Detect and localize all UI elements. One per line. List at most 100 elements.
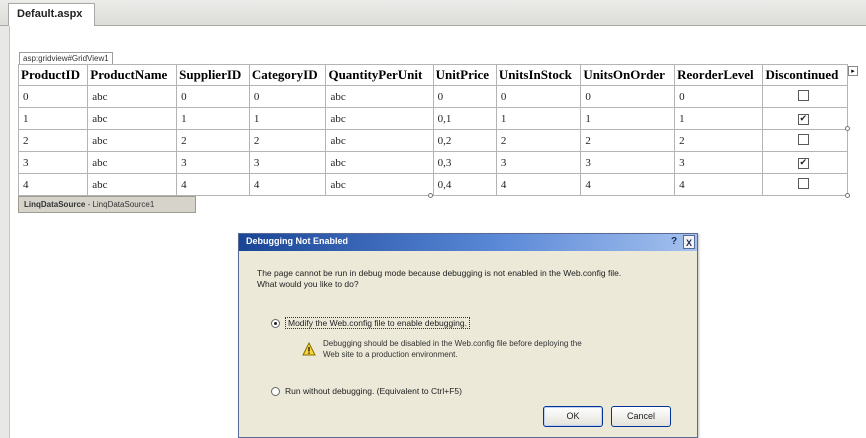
discontinued-cell — [762, 173, 848, 196]
grid-header-supplierid: SupplierID — [176, 64, 250, 86]
resize-handle-bottom[interactable] — [428, 193, 433, 198]
table-cell: 4 — [674, 173, 764, 196]
table-cell: 4 — [495, 173, 582, 196]
debugging-dialog: Debugging Not Enabled ? X The page canno… — [238, 233, 698, 438]
grid-header-row: ProductID ProductName SupplierID CategoryID… — [17, 64, 848, 86]
option-run-without-debugging[interactable]: Run without debugging. (Equivalent to Ct… — [271, 386, 462, 397]
debugging-note-line2: Web site to a production environment. — [323, 350, 458, 359]
discontinued-cell — [762, 85, 848, 108]
table-cell: abc — [325, 151, 434, 174]
table-cell: 1 — [176, 107, 250, 130]
discontinued-cell — [762, 129, 848, 152]
radio-modify-webconfig[interactable] — [271, 319, 280, 329]
table-cell: 0,4 — [432, 173, 497, 196]
datasource-type: LinqDataSource — [24, 200, 86, 209]
gridview-tag-label[interactable]: asp:gridview#GridView1 — [19, 52, 113, 64]
table-cell: 3 — [248, 151, 327, 174]
dialog-titlebar[interactable]: Debugging Not Enabled ? X — [239, 234, 697, 251]
checkbox-icon[interactable] — [797, 89, 809, 101]
products-gridview[interactable]: ProductID ProductName SupplierID CategoryID… — [17, 64, 848, 196]
table-cell: 4 — [248, 173, 327, 196]
table-cell: 2 — [580, 129, 676, 152]
grid-header-unitprice: UnitPrice — [432, 64, 497, 86]
table-cell: 0 — [248, 85, 327, 108]
table-cell: abc — [87, 129, 178, 152]
debugging-note-line1: Debugging should be disabled in the Web.… — [323, 339, 582, 348]
table-cell: 0,3 — [432, 151, 497, 174]
table-cell: 0 — [495, 85, 582, 108]
debugging-note: Debugging should be disabled in the Web.… — [323, 338, 673, 360]
left-toolbox-edge — [0, 26, 10, 438]
table-cell: 0,2 — [432, 129, 497, 152]
table-cell: 0,1 — [432, 107, 497, 130]
table-cell: 3 — [580, 151, 676, 174]
datasource-id: - LinqDataSource1 — [85, 200, 155, 209]
table-cell: 3 — [17, 151, 89, 174]
table-cell: 0 — [580, 85, 676, 108]
checkbox-icon[interactable] — [797, 133, 809, 145]
grid-header-productname: ProductName — [87, 64, 178, 86]
table-cell: 2 — [495, 129, 582, 152]
checkbox-icon[interactable] — [797, 177, 809, 189]
ok-button[interactable]: OK — [543, 406, 603, 427]
document-tab-strip: Default.aspx — [0, 0, 866, 26]
table-row: 2 abc 2 2 abc 0,2 2 2 2 — [17, 129, 848, 152]
table-cell: 3 — [674, 151, 764, 174]
table-cell: abc — [325, 173, 434, 196]
table-cell: abc — [87, 151, 178, 174]
table-row: 0 abc 0 0 abc 0 0 0 0 — [17, 85, 848, 108]
table-cell: 4 — [176, 173, 250, 196]
table-cell: 2 — [248, 129, 327, 152]
discontinued-cell: ✔ — [762, 107, 848, 130]
table-cell: abc — [325, 107, 434, 130]
smart-tag-arrow-icon[interactable]: ▸ — [848, 66, 858, 76]
grid-header-quantityperunit: QuantityPerUnit — [325, 64, 434, 86]
linq-datasource-control[interactable]: LinqDataSource - LinqDataSource1 — [18, 196, 196, 213]
close-button[interactable]: X — [683, 235, 695, 249]
grid-header-unitsonorder: UnitsOnOrder — [580, 64, 676, 86]
table-cell: 4 — [17, 173, 89, 196]
grid-header-unitsinstock: UnitsInStock — [495, 64, 582, 86]
table-cell: 2 — [17, 129, 89, 152]
help-button[interactable]: ? — [671, 235, 677, 249]
grid-header-productid: ProductID — [17, 64, 89, 86]
checked-checkbox-icon[interactable]: ✔ — [797, 158, 809, 169]
table-row: 1 abc 1 1 abc 0,1 1 1 1 ✔ — [17, 107, 848, 130]
table-cell: 1 — [580, 107, 676, 130]
cancel-button[interactable]: Cancel — [611, 406, 671, 427]
option-run-without-debugging-label: Run without debugging. (Equivalent to Ct… — [285, 386, 462, 396]
table-cell: 2 — [674, 129, 764, 152]
warning-icon — [302, 342, 316, 356]
table-cell: 1 — [17, 107, 89, 130]
table-cell: abc — [87, 107, 178, 130]
table-cell: 0 — [432, 85, 497, 108]
table-row: 4 abc 4 4 abc 0,4 4 4 4 — [17, 173, 848, 196]
dialog-title: Debugging Not Enabled — [246, 236, 348, 246]
option-modify-webconfig-label: Modify the Web.config file to enable deb… — [285, 317, 470, 329]
table-cell: abc — [87, 173, 178, 196]
table-cell: 2 — [176, 129, 250, 152]
dialog-message: The page cannot be run in debug mode bec… — [257, 268, 687, 290]
table-cell: 1 — [674, 107, 764, 130]
document-tab-default-aspx[interactable]: Default.aspx — [8, 3, 96, 26]
checked-checkbox-icon[interactable]: ✔ — [797, 114, 809, 125]
table-cell: 0 — [176, 85, 250, 108]
option-modify-webconfig[interactable]: Modify the Web.config file to enable deb… — [271, 317, 470, 329]
table-cell: 1 — [495, 107, 582, 130]
table-cell: abc — [325, 129, 434, 152]
table-cell: 3 — [495, 151, 582, 174]
table-cell: 3 — [176, 151, 250, 174]
radio-run-without-debugging[interactable] — [271, 387, 280, 397]
table-cell: 1 — [248, 107, 327, 130]
grid-header-discontinued: Discontinued — [762, 64, 848, 86]
resize-handle-right[interactable] — [845, 126, 850, 131]
grid-body: 0 abc 0 0 abc 0 0 0 0 1 abc 1 1 abc 0,1 1 1 1 ✔ 2 abc 2 2 abc 0,… — [17, 85, 848, 196]
resize-handle-corner[interactable] — [845, 193, 850, 198]
table-cell: abc — [87, 85, 178, 108]
table-cell: 0 — [17, 85, 89, 108]
dialog-message-line2: What would you like to do? — [257, 279, 359, 289]
dialog-message-line1: The page cannot be run in debug mode bec… — [257, 268, 622, 278]
discontinued-cell: ✔ — [762, 151, 848, 174]
grid-header-categoryid: CategoryID — [248, 64, 327, 86]
grid-header-reorderlevel: ReorderLevel — [674, 64, 764, 86]
